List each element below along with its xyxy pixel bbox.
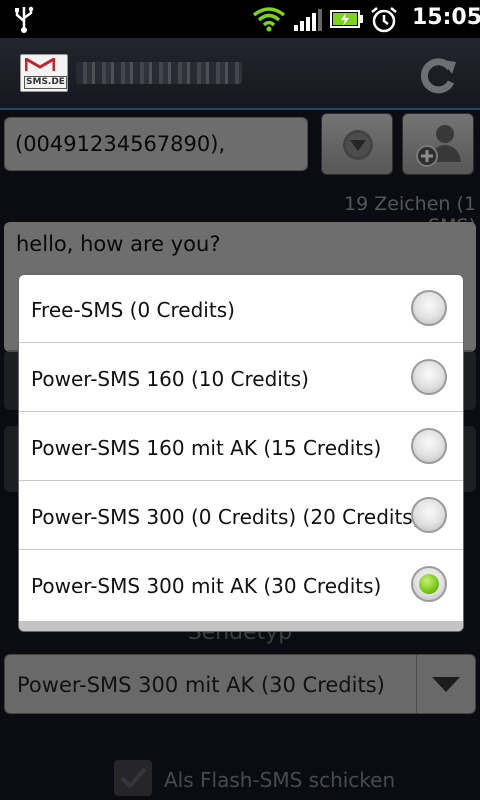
status-bar: 15:05 (0, 0, 480, 38)
app-header: SMS.DE (0, 38, 480, 110)
dialog-footer (19, 621, 463, 631)
radio-button[interactable] (411, 290, 447, 326)
radio-button[interactable] (411, 428, 447, 464)
option-label: Power-SMS 160 mit AK (15 Credits) (31, 436, 382, 460)
sms-de-logo: SMS.DE (20, 54, 68, 92)
option-power-sms-160[interactable]: Power-SMS 160 (10 Credits) (19, 344, 463, 412)
radio-button-checked[interactable] (411, 566, 447, 602)
option-label: Free-SMS (0 Credits) (31, 298, 235, 322)
signal-icon (294, 9, 322, 31)
blurred-account-name (76, 62, 242, 84)
alarm-clock-icon (371, 7, 397, 33)
battery-charging-icon (330, 10, 363, 28)
option-label: Power-SMS 300 (0 Credits) (20 Credits) (31, 505, 421, 529)
option-label: Power-SMS 300 mit AK (30 Credits) (31, 574, 382, 598)
logo-text: SMS.DE (24, 76, 67, 89)
usb-icon (15, 6, 34, 33)
option-power-sms-300-ak[interactable]: Power-SMS 300 mit AK (30 Credits) (19, 551, 463, 619)
option-label: Power-SMS 160 (10 Credits) (31, 367, 309, 391)
envelope-logo-icon (25, 58, 55, 71)
status-time: 15:05 (412, 5, 480, 30)
radio-button[interactable] (411, 359, 447, 395)
sendetyp-dialog: Free-SMS (0 Credits) Power-SMS 160 (10 C… (18, 274, 464, 632)
radio-button[interactable] (411, 497, 447, 533)
refresh-icon[interactable] (418, 56, 458, 96)
option-power-sms-160-ak[interactable]: Power-SMS 160 mit AK (15 Credits) (19, 413, 463, 481)
option-free-sms[interactable]: Free-SMS (0 Credits) (19, 275, 463, 343)
wifi-icon (252, 7, 286, 32)
option-power-sms-300[interactable]: Power-SMS 300 (0 Credits) (20 Credits) (19, 482, 463, 550)
